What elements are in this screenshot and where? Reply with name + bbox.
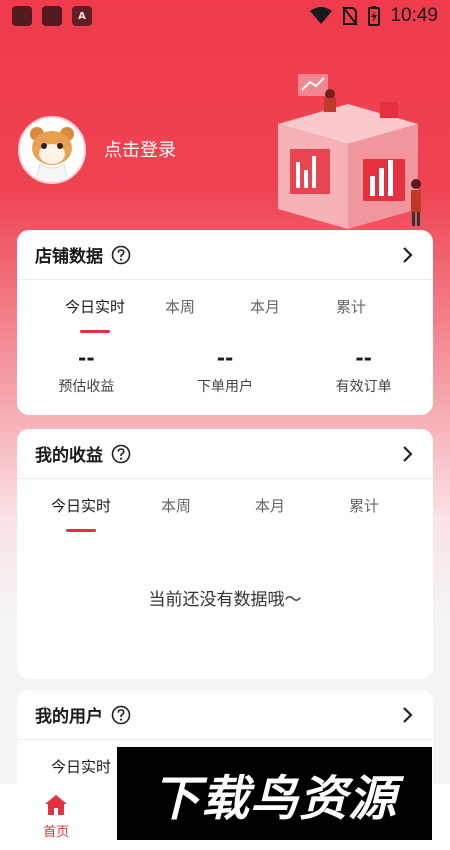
- help-icon[interactable]: [111, 705, 131, 725]
- hamster-avatar-icon: [20, 118, 84, 182]
- stat-value: --: [78, 346, 95, 370]
- stat-value: --: [355, 346, 372, 370]
- watermark-banner: 下载鸟资源: [117, 747, 432, 840]
- stat-estimated-income: -- 预估收益: [17, 346, 156, 396]
- login-link[interactable]: 点击登录: [104, 136, 176, 162]
- nav-label: 首页: [43, 825, 70, 840]
- notification-app-icon: [42, 6, 62, 26]
- tab-label: 今日实时: [65, 297, 126, 316]
- home-icon: [45, 795, 68, 815]
- battery-charging-icon: [368, 6, 381, 26]
- store-data-tabs: 今日实时 本周 本月 累计: [17, 280, 433, 333]
- chevron-right-icon[interactable]: [399, 445, 415, 463]
- store-data-header[interactable]: 店铺数据: [17, 230, 433, 280]
- card-title: 店铺数据: [35, 247, 103, 267]
- active-tab-indicator: [80, 329, 110, 333]
- stat-value: --: [216, 346, 234, 370]
- income-tabs: 今日实时 本周 本月 累计: [17, 479, 433, 532]
- card-title: 我的用户: [35, 707, 103, 727]
- users-header[interactable]: 我的用户: [17, 690, 433, 740]
- clock: 10:49: [390, 5, 438, 26]
- income-card: 我的收益 今日实时 本周 本月 累计 当前还没有数据哦～: [17, 429, 433, 679]
- tab-this-month[interactable]: 本月: [250, 296, 280, 317]
- tab-today-realtime[interactable]: 今日实时: [51, 495, 112, 532]
- wifi-icon: [310, 7, 333, 24]
- help-icon[interactable]: [111, 245, 131, 265]
- income-header[interactable]: 我的收益: [17, 429, 433, 479]
- help-icon[interactable]: [111, 444, 131, 464]
- tab-this-week[interactable]: 本周: [165, 296, 195, 317]
- stat-valid-orders: -- 有效订单: [294, 346, 433, 396]
- tab-this-week[interactable]: 本周: [161, 495, 191, 516]
- status-bar: A 10:49: [0, 0, 450, 32]
- tab-cumulative[interactable]: 累计: [336, 296, 366, 317]
- no-sim-icon: [342, 6, 359, 26]
- nav-home[interactable]: 首页: [0, 784, 113, 850]
- card-title: 我的收益: [35, 446, 103, 466]
- store-data-card: 店铺数据 今日实时 本周 本月 累计 -- 预估收益 -- 下单用户 -- 有效…: [17, 230, 433, 415]
- tab-cumulative[interactable]: 累计: [349, 495, 379, 516]
- chevron-right-icon[interactable]: [399, 706, 415, 724]
- avatar[interactable]: [18, 116, 86, 184]
- stats-row: -- 预估收益 -- 下单用户 -- 有效订单: [17, 346, 433, 396]
- stat-ordering-users: -- 下单用户: [156, 346, 295, 396]
- dashboard-illustration: [278, 74, 421, 229]
- tab-today-realtime[interactable]: 今日实时: [65, 296, 126, 333]
- watermark-text: 下载鸟资源: [151, 770, 397, 827]
- stat-label: 预估收益: [58, 379, 115, 395]
- active-tab-indicator: [66, 528, 96, 532]
- notification-app-icon: [12, 6, 32, 26]
- tab-label: 今日实时: [51, 496, 112, 515]
- tab-today-realtime[interactable]: 今日实时: [51, 756, 111, 777]
- empty-state-message: 当前还没有数据哦～: [148, 590, 302, 610]
- notification-a-icon: A: [72, 6, 92, 26]
- stat-label: 有效订单: [335, 379, 392, 395]
- stat-label: 下单用户: [197, 379, 253, 395]
- tab-this-month[interactable]: 本月: [255, 495, 285, 516]
- chevron-right-icon[interactable]: [399, 246, 415, 264]
